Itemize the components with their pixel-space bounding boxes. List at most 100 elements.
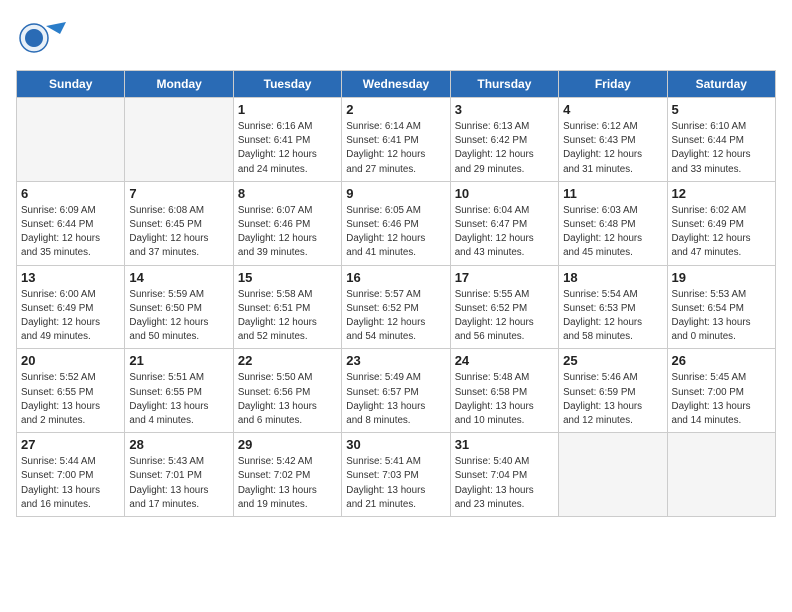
cell-content: Sunrise: 5:55 AMSunset: 6:52 PMDaylight:…: [455, 288, 554, 345]
day-number: 7: [129, 186, 228, 201]
cell-content: Sunrise: 5:59 AMSunset: 6:50 PMDaylight:…: [129, 288, 228, 345]
day-number: 17: [455, 270, 554, 285]
day-number: 9: [346, 186, 445, 201]
day-number: 6: [21, 186, 120, 201]
logo-icon: [16, 16, 68, 60]
calendar-cell: 22 Sunrise: 5:50 AMSunset: 6:56 PMDayligh…: [233, 349, 341, 433]
day-number: 10: [455, 186, 554, 201]
calendar-cell: 28 Sunrise: 5:43 AMSunset: 7:01 PMDayligh…: [125, 433, 233, 517]
weekday-header: Sunday: [17, 71, 125, 98]
calendar-cell: 14 Sunrise: 5:59 AMSunset: 6:50 PMDayligh…: [125, 265, 233, 349]
calendar-cell: 17 Sunrise: 5:55 AMSunset: 6:52 PMDayligh…: [450, 265, 558, 349]
cell-content: Sunrise: 5:50 AMSunset: 6:56 PMDaylight:…: [238, 371, 337, 428]
cell-content: Sunrise: 5:58 AMSunset: 6:51 PMDaylight:…: [238, 288, 337, 345]
calendar-cell: [667, 433, 775, 517]
cell-content: Sunrise: 6:03 AMSunset: 6:48 PMDaylight:…: [563, 204, 662, 261]
cell-content: Sunrise: 5:48 AMSunset: 6:58 PMDaylight:…: [455, 371, 554, 428]
calendar-cell: 30 Sunrise: 5:41 AMSunset: 7:03 PMDayligh…: [342, 433, 450, 517]
calendar-cell: 25 Sunrise: 5:46 AMSunset: 6:59 PMDayligh…: [559, 349, 667, 433]
day-number: 23: [346, 353, 445, 368]
calendar-cell: 4 Sunrise: 6:12 AMSunset: 6:43 PMDaylight…: [559, 98, 667, 182]
cell-content: Sunrise: 5:43 AMSunset: 7:01 PMDaylight:…: [129, 455, 228, 512]
cell-content: Sunrise: 5:44 AMSunset: 7:00 PMDaylight:…: [21, 455, 120, 512]
cell-content: Sunrise: 6:08 AMSunset: 6:45 PMDaylight:…: [129, 204, 228, 261]
cell-content: Sunrise: 6:02 AMSunset: 6:49 PMDaylight:…: [672, 204, 771, 261]
calendar-cell: 19 Sunrise: 5:53 AMSunset: 6:54 PMDayligh…: [667, 265, 775, 349]
cell-content: Sunrise: 6:16 AMSunset: 6:41 PMDaylight:…: [238, 120, 337, 177]
day-number: 1: [238, 102, 337, 117]
cell-content: Sunrise: 6:10 AMSunset: 6:44 PMDaylight:…: [672, 120, 771, 177]
day-number: 29: [238, 437, 337, 452]
cell-content: Sunrise: 5:49 AMSunset: 6:57 PMDaylight:…: [346, 371, 445, 428]
calendar-cell: 21Sunrise: 5:51 AMSunset: 6:55 PMDayligh…: [125, 349, 233, 433]
calendar-week-row: 20 Sunrise: 5:52 AMSunset: 6:55 PMDayligh…: [17, 349, 776, 433]
calendar-cell: 15 Sunrise: 5:58 AMSunset: 6:51 PMDayligh…: [233, 265, 341, 349]
day-number: 19: [672, 270, 771, 285]
day-number: 15: [238, 270, 337, 285]
cell-content: Sunrise: 6:13 AMSunset: 6:42 PMDaylight:…: [455, 120, 554, 177]
day-number: 12: [672, 186, 771, 201]
cell-content: Sunrise: 5:45 AMSunset: 7:00 PMDaylight:…: [672, 371, 771, 428]
day-number: 22: [238, 353, 337, 368]
calendar-cell: 31 Sunrise: 5:40 AMSunset: 7:04 PMDayligh…: [450, 433, 558, 517]
day-number: 27: [21, 437, 120, 452]
calendar-cell: 18 Sunrise: 5:54 AMSunset: 6:53 PMDayligh…: [559, 265, 667, 349]
calendar-cell: [125, 98, 233, 182]
page-header: [16, 16, 776, 60]
day-number: 5: [672, 102, 771, 117]
cell-content: Sunrise: 6:12 AMSunset: 6:43 PMDaylight:…: [563, 120, 662, 177]
day-number: 16: [346, 270, 445, 285]
calendar-week-row: 13Sunrise: 6:00 AMSunset: 6:49 PMDayligh…: [17, 265, 776, 349]
calendar-cell: 13Sunrise: 6:00 AMSunset: 6:49 PMDayligh…: [17, 265, 125, 349]
calendar-cell: [17, 98, 125, 182]
cell-content: Sunrise: 6:09 AMSunset: 6:44 PMDaylight:…: [21, 204, 120, 261]
day-number: 24: [455, 353, 554, 368]
calendar-cell: [559, 433, 667, 517]
calendar-cell: 8Sunrise: 6:07 AMSunset: 6:46 PMDaylight…: [233, 181, 341, 265]
calendar-cell: 3Sunrise: 6:13 AMSunset: 6:42 PMDaylight…: [450, 98, 558, 182]
weekday-header: Saturday: [667, 71, 775, 98]
day-number: 18: [563, 270, 662, 285]
day-number: 20: [21, 353, 120, 368]
cell-content: Sunrise: 5:54 AMSunset: 6:53 PMDaylight:…: [563, 288, 662, 345]
cell-content: Sunrise: 5:41 AMSunset: 7:03 PMDaylight:…: [346, 455, 445, 512]
calendar-cell: 23 Sunrise: 5:49 AMSunset: 6:57 PMDayligh…: [342, 349, 450, 433]
cell-content: Sunrise: 6:04 AMSunset: 6:47 PMDaylight:…: [455, 204, 554, 261]
calendar-cell: 1 Sunrise: 6:16 AMSunset: 6:41 PMDaylight…: [233, 98, 341, 182]
logo: [16, 16, 64, 60]
cell-content: Sunrise: 5:46 AMSunset: 6:59 PMDaylight:…: [563, 371, 662, 428]
calendar-cell: 29 Sunrise: 5:42 AMSunset: 7:02 PMDayligh…: [233, 433, 341, 517]
cell-content: Sunrise: 5:52 AMSunset: 6:55 PMDaylight:…: [21, 371, 120, 428]
calendar-table: SundayMondayTuesdayWednesdayThursdayFrid…: [16, 70, 776, 517]
cell-content: Sunrise: 5:40 AMSunset: 7:04 PMDaylight:…: [455, 455, 554, 512]
cell-content: Sunrise: 5:42 AMSunset: 7:02 PMDaylight:…: [238, 455, 337, 512]
calendar-cell: 7 Sunrise: 6:08 AMSunset: 6:45 PMDaylight…: [125, 181, 233, 265]
day-number: 26: [672, 353, 771, 368]
day-number: 30: [346, 437, 445, 452]
calendar-cell: 26 Sunrise: 5:45 AMSunset: 7:00 PMDayligh…: [667, 349, 775, 433]
day-number: 4: [563, 102, 662, 117]
day-number: 25: [563, 353, 662, 368]
cell-content: Sunrise: 6:07 AMSunset: 6:46 PMDaylight:…: [238, 204, 337, 261]
cell-content: Sunrise: 5:57 AMSunset: 6:52 PMDaylight:…: [346, 288, 445, 345]
weekday-header: Monday: [125, 71, 233, 98]
cell-content: Sunrise: 5:53 AMSunset: 6:54 PMDaylight:…: [672, 288, 771, 345]
weekday-header: Thursday: [450, 71, 558, 98]
calendar-cell: 6 Sunrise: 6:09 AMSunset: 6:44 PMDaylight…: [17, 181, 125, 265]
calendar-cell: 10 Sunrise: 6:04 AMSunset: 6:47 PMDayligh…: [450, 181, 558, 265]
weekday-header: Friday: [559, 71, 667, 98]
day-number: 14: [129, 270, 228, 285]
calendar-week-row: 6 Sunrise: 6:09 AMSunset: 6:44 PMDaylight…: [17, 181, 776, 265]
calendar-cell: 2Sunrise: 6:14 AMSunset: 6:41 PMDaylight…: [342, 98, 450, 182]
calendar-cell: 24 Sunrise: 5:48 AMSunset: 6:58 PMDayligh…: [450, 349, 558, 433]
calendar-week-row: 27 Sunrise: 5:44 AMSunset: 7:00 PMDayligh…: [17, 433, 776, 517]
calendar-cell: 11Sunrise: 6:03 AMSunset: 6:48 PMDayligh…: [559, 181, 667, 265]
calendar-cell: 9 Sunrise: 6:05 AMSunset: 6:46 PMDaylight…: [342, 181, 450, 265]
cell-content: Sunrise: 6:00 AMSunset: 6:49 PMDaylight:…: [21, 288, 120, 345]
calendar-cell: 16 Sunrise: 5:57 AMSunset: 6:52 PMDayligh…: [342, 265, 450, 349]
day-number: 28: [129, 437, 228, 452]
cell-content: Sunrise: 6:05 AMSunset: 6:46 PMDaylight:…: [346, 204, 445, 261]
day-number: 31: [455, 437, 554, 452]
weekday-header: Tuesday: [233, 71, 341, 98]
calendar-cell: 27 Sunrise: 5:44 AMSunset: 7:00 PMDayligh…: [17, 433, 125, 517]
